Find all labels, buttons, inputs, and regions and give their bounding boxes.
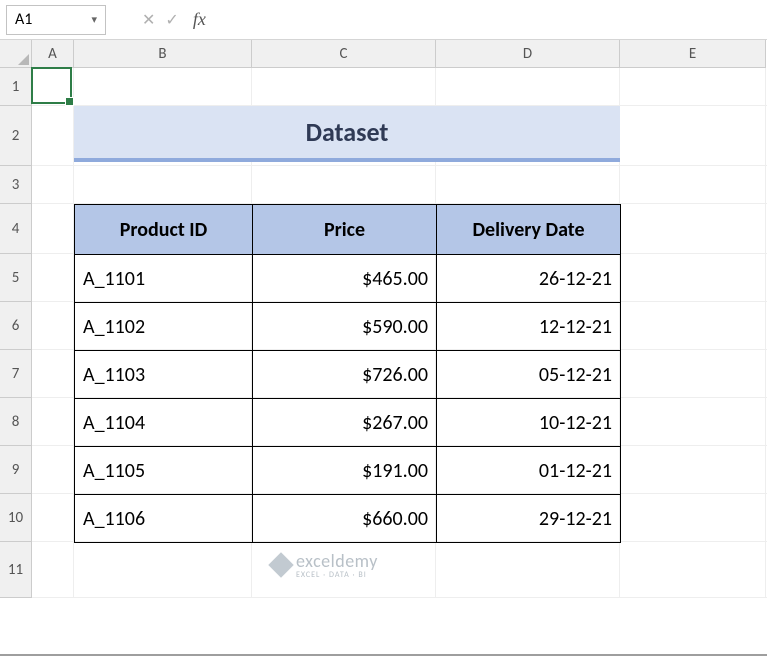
watermark: exceldemyEXCEL · DATA · BI <box>272 550 378 580</box>
column-header-A[interactable]: A <box>32 40 74 68</box>
row-header-4[interactable]: 4 <box>0 204 32 254</box>
cell-price[interactable]: $267.00 <box>253 399 437 447</box>
cancel-formula-icon: ✕ <box>142 10 155 30</box>
column-header-row: ABCDE <box>0 40 767 68</box>
cell-product-id[interactable]: A_1103 <box>75 351 253 399</box>
select-all-corner[interactable] <box>0 40 32 68</box>
fx-icon[interactable]: fx <box>193 9 206 30</box>
row-header-1[interactable]: 1 <box>0 68 32 106</box>
row-header-5[interactable]: 5 <box>0 254 32 302</box>
active-cell-outline <box>31 67 72 104</box>
cell-price[interactable]: $726.00 <box>253 351 437 399</box>
cell-product-id[interactable]: A_1101 <box>75 255 253 303</box>
formula-bar-row: A1 ▾ ✕ ✓ fx <box>0 0 767 40</box>
table-row[interactable]: A_1102$590.0012-12-21 <box>75 303 621 351</box>
cell-price[interactable]: $660.00 <box>253 495 437 543</box>
column-header-D[interactable]: D <box>436 40 620 68</box>
row-header-2[interactable]: 2 <box>0 106 32 166</box>
table-header[interactable]: Product ID <box>75 205 253 255</box>
row-header-6[interactable]: 6 <box>0 302 32 350</box>
cell-date[interactable]: 26-12-21 <box>437 255 621 303</box>
cell-product-id[interactable]: A_1105 <box>75 447 253 495</box>
table-row[interactable]: A_1104$267.0010-12-21 <box>75 399 621 447</box>
row-header-9[interactable]: 9 <box>0 446 32 494</box>
row-header-10[interactable]: 10 <box>0 494 32 542</box>
table-row[interactable]: A_1103$726.0005-12-21 <box>75 351 621 399</box>
cell-date[interactable]: 01-12-21 <box>437 447 621 495</box>
cells-area[interactable]: DatasetProduct IDPriceDelivery DateA_110… <box>32 68 767 598</box>
table-header[interactable]: Delivery Date <box>437 205 621 255</box>
fx-button-group: ✕ ✓ fx <box>142 9 206 30</box>
column-header-B[interactable]: B <box>74 40 252 68</box>
formula-input[interactable] <box>218 5 638 35</box>
grid-body: 1234567891011 Dataset Product IDPriceDeli… <box>0 68 767 598</box>
table-row[interactable]: A_1106$660.0029-12-21 <box>75 495 621 543</box>
table-header[interactable]: Price <box>253 205 437 255</box>
name-box-value: A1 <box>15 10 32 29</box>
table-row[interactable]: A_1105$191.0001-12-21 <box>75 447 621 495</box>
cell-product-id[interactable]: A_1102 <box>75 303 253 351</box>
chevron-down-icon[interactable]: ▾ <box>91 13 97 26</box>
accept-formula-icon: ✓ <box>165 10 178 30</box>
cell-date[interactable]: 29-12-21 <box>437 495 621 543</box>
watermark-logo-icon <box>268 552 293 577</box>
table-row[interactable]: A_1101$465.0026-12-21 <box>75 255 621 303</box>
column-header-C[interactable]: C <box>252 40 436 68</box>
cell-product-id[interactable]: A_1106 <box>75 495 253 543</box>
data-table[interactable]: Product IDPriceDelivery DateA_1101$465.0… <box>74 204 621 543</box>
cell-price[interactable]: $465.00 <box>253 255 437 303</box>
row-header-8[interactable]: 8 <box>0 398 32 446</box>
row-header-3[interactable]: 3 <box>0 166 32 204</box>
row-header-7[interactable]: 7 <box>0 350 32 398</box>
dataset-title[interactable]: Dataset <box>74 106 620 162</box>
cell-price[interactable]: $191.00 <box>253 447 437 495</box>
cell-date[interactable]: 10-12-21 <box>437 399 621 447</box>
row-header-11[interactable]: 11 <box>0 542 32 598</box>
name-box[interactable]: A1 ▾ <box>6 5 106 35</box>
column-header-E[interactable]: E <box>620 40 766 68</box>
cell-date[interactable]: 12-12-21 <box>437 303 621 351</box>
cell-date[interactable]: 05-12-21 <box>437 351 621 399</box>
cell-price[interactable]: $590.00 <box>253 303 437 351</box>
cell-product-id[interactable]: A_1104 <box>75 399 253 447</box>
